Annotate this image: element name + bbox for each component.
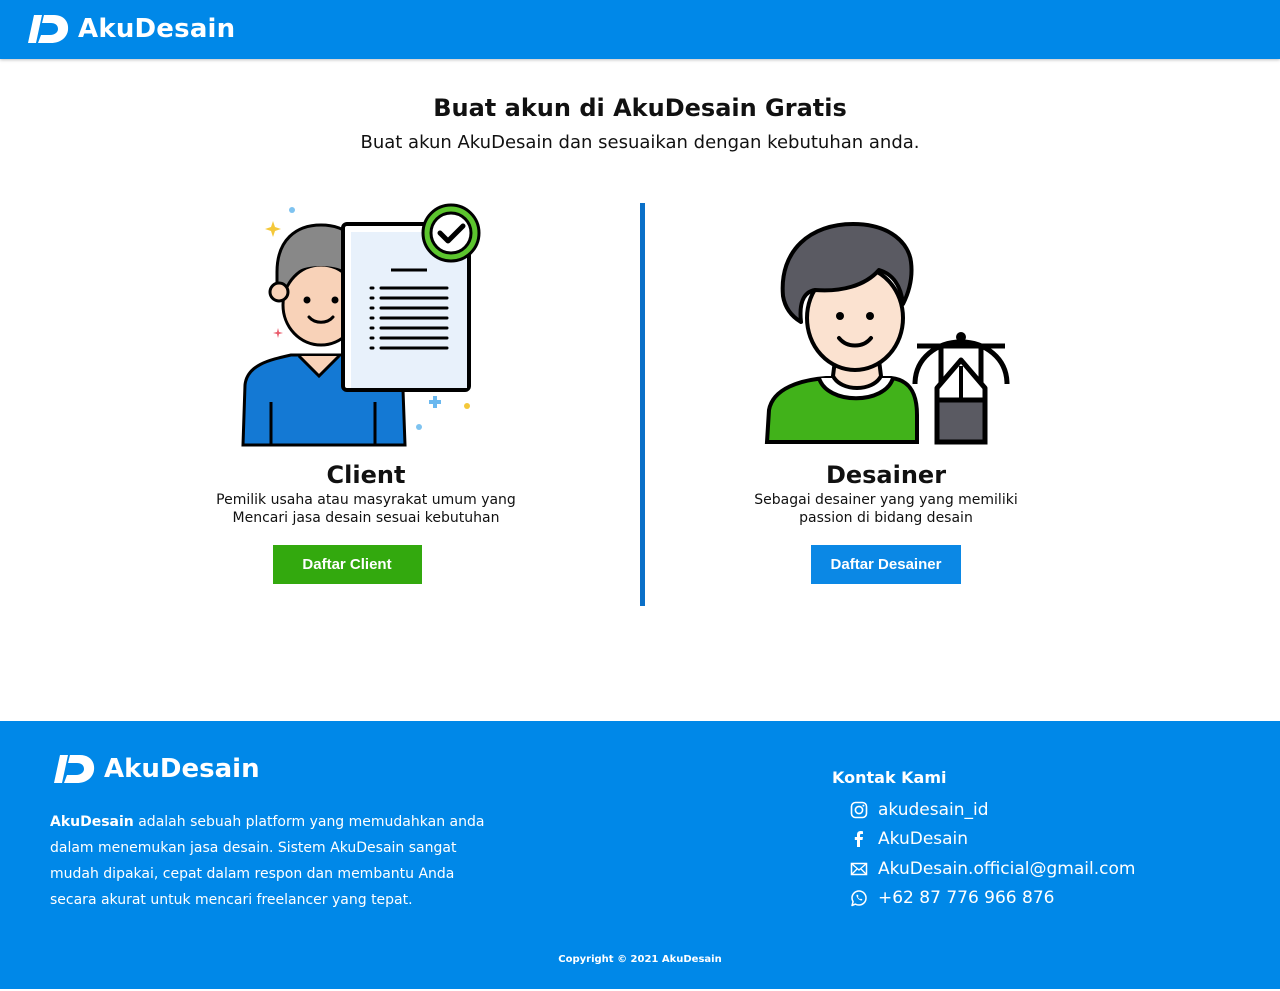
top-navbar: AkuDesain	[0, 0, 1280, 59]
designer-title: Desainer	[825, 461, 947, 489]
designer-description: Sebagai desainer yang yang memiliki pass…	[686, 491, 1086, 527]
page-title: Buat akun di AkuDesain Gratis	[433, 94, 847, 122]
page-subtitle: Buat akun AkuDesain dan sesuaikan dengan…	[360, 132, 920, 153]
client-illustration	[241, 203, 481, 447]
contact-list: akudesain_id AkuDesain AkuDesain.officia…	[850, 795, 1135, 913]
designer-illustration	[764, 222, 1010, 445]
contact-facebook[interactable]: AkuDesain	[850, 825, 1135, 855]
footer-contact: Kontak Kami akudesain_id AkuDesain AkuDe…	[832, 768, 1135, 913]
facebook-page: AkuDesain	[878, 829, 969, 850]
contact-title: Kontak Kami	[832, 768, 947, 787]
contact-instagram[interactable]: akudesain_id	[850, 795, 1135, 825]
designer-desc-line-2: passion di bidang desain	[799, 510, 973, 526]
brand-home-link[interactable]: AkuDesain	[24, 13, 235, 45]
client-desc-line-1: Pemilik usaha atau masyrakat umum yang	[216, 492, 516, 508]
instagram-handle: akudesain_id	[878, 799, 989, 820]
brand-name: AkuDesain	[78, 14, 236, 44]
footer-about: AkuDesain adalah sebuah platform yang me…	[50, 809, 490, 913]
contact-whatsapp[interactable]: +62 87 776 966 876	[850, 884, 1135, 914]
contact-email[interactable]: AkuDesain.official@gmail.com	[850, 854, 1135, 884]
designer-desc-line-1: Sebagai desainer yang yang memiliki	[754, 492, 1018, 508]
copyright: Copyright © 2021 AkuDesain	[558, 954, 722, 965]
instagram-icon	[850, 801, 868, 819]
footer-brand-link[interactable]: AkuDesain	[50, 753, 260, 785]
client-title: Client	[326, 461, 406, 489]
email-address: AkuDesain.official@gmail.com	[878, 858, 1136, 879]
footer-about-brand: AkuDesain	[50, 814, 134, 830]
footer: AkuDesain AkuDesain adalah sebuah platfo…	[0, 721, 1280, 989]
akudesain-logo-icon	[28, 15, 69, 43]
facebook-icon	[854, 831, 863, 848]
client-card: Client Pemilik usaha atau masyrakat umum…	[166, 200, 566, 584]
client-description: Pemilik usaha atau masyrakat umum yang M…	[166, 491, 566, 527]
vertical-divider	[640, 203, 645, 606]
footer-brand-name: AkuDesain	[104, 754, 260, 784]
mail-icon	[850, 862, 868, 875]
client-desc-line-2: Mencari jasa desain sesuai kebutuhan	[232, 510, 500, 526]
akudesain-logo-icon	[54, 755, 95, 783]
whatsapp-number: +62 87 776 966 876	[878, 888, 1055, 909]
whatsapp-icon	[851, 890, 867, 907]
designer-card: Desainer Sebagai desainer yang yang memi…	[686, 200, 1086, 584]
register-client-button[interactable]: Daftar Client	[272, 545, 422, 584]
register-designer-button[interactable]: Daftar Desainer	[811, 545, 961, 584]
